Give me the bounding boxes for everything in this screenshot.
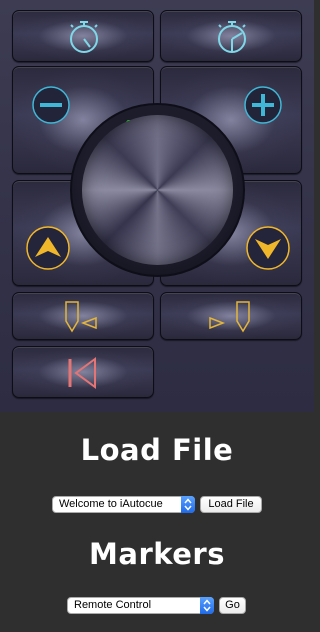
load-file-button[interactable]: Load File [200, 496, 262, 513]
marker-select-value: Remote Control [74, 599, 152, 611]
stopwatch-right-button[interactable] [160, 10, 302, 62]
load-file-title: Load File [80, 433, 234, 467]
markers-title: Markers [89, 537, 225, 571]
skip-to-start-icon [68, 357, 96, 389]
marker-right-icon [209, 301, 250, 333]
marker-forward-button[interactable] [160, 292, 302, 340]
marker-back-button[interactable] [12, 292, 154, 340]
arrow-up-circle-icon [26, 226, 70, 270]
rewind-to-start-button[interactable] [12, 346, 154, 398]
go-button[interactable]: Go [219, 597, 246, 614]
arrow-down-circle-icon [246, 226, 290, 270]
file-select-value: Welcome to iAutocue [59, 498, 163, 510]
select-arrows-icon [200, 597, 214, 614]
marker-select[interactable]: Remote Control [67, 597, 214, 614]
minus-circle-icon [32, 86, 70, 124]
stopwatch-icon [70, 21, 98, 53]
file-select[interactable]: Welcome to iAutocue [52, 496, 195, 513]
stopwatch-icon [218, 21, 246, 53]
play-button[interactable] [70, 103, 245, 277]
stopwatch-left-button[interactable] [12, 10, 154, 62]
marker-left-icon [65, 301, 97, 333]
select-arrows-icon [181, 496, 195, 513]
control-panel [0, 0, 314, 412]
plus-circle-icon [244, 86, 282, 124]
